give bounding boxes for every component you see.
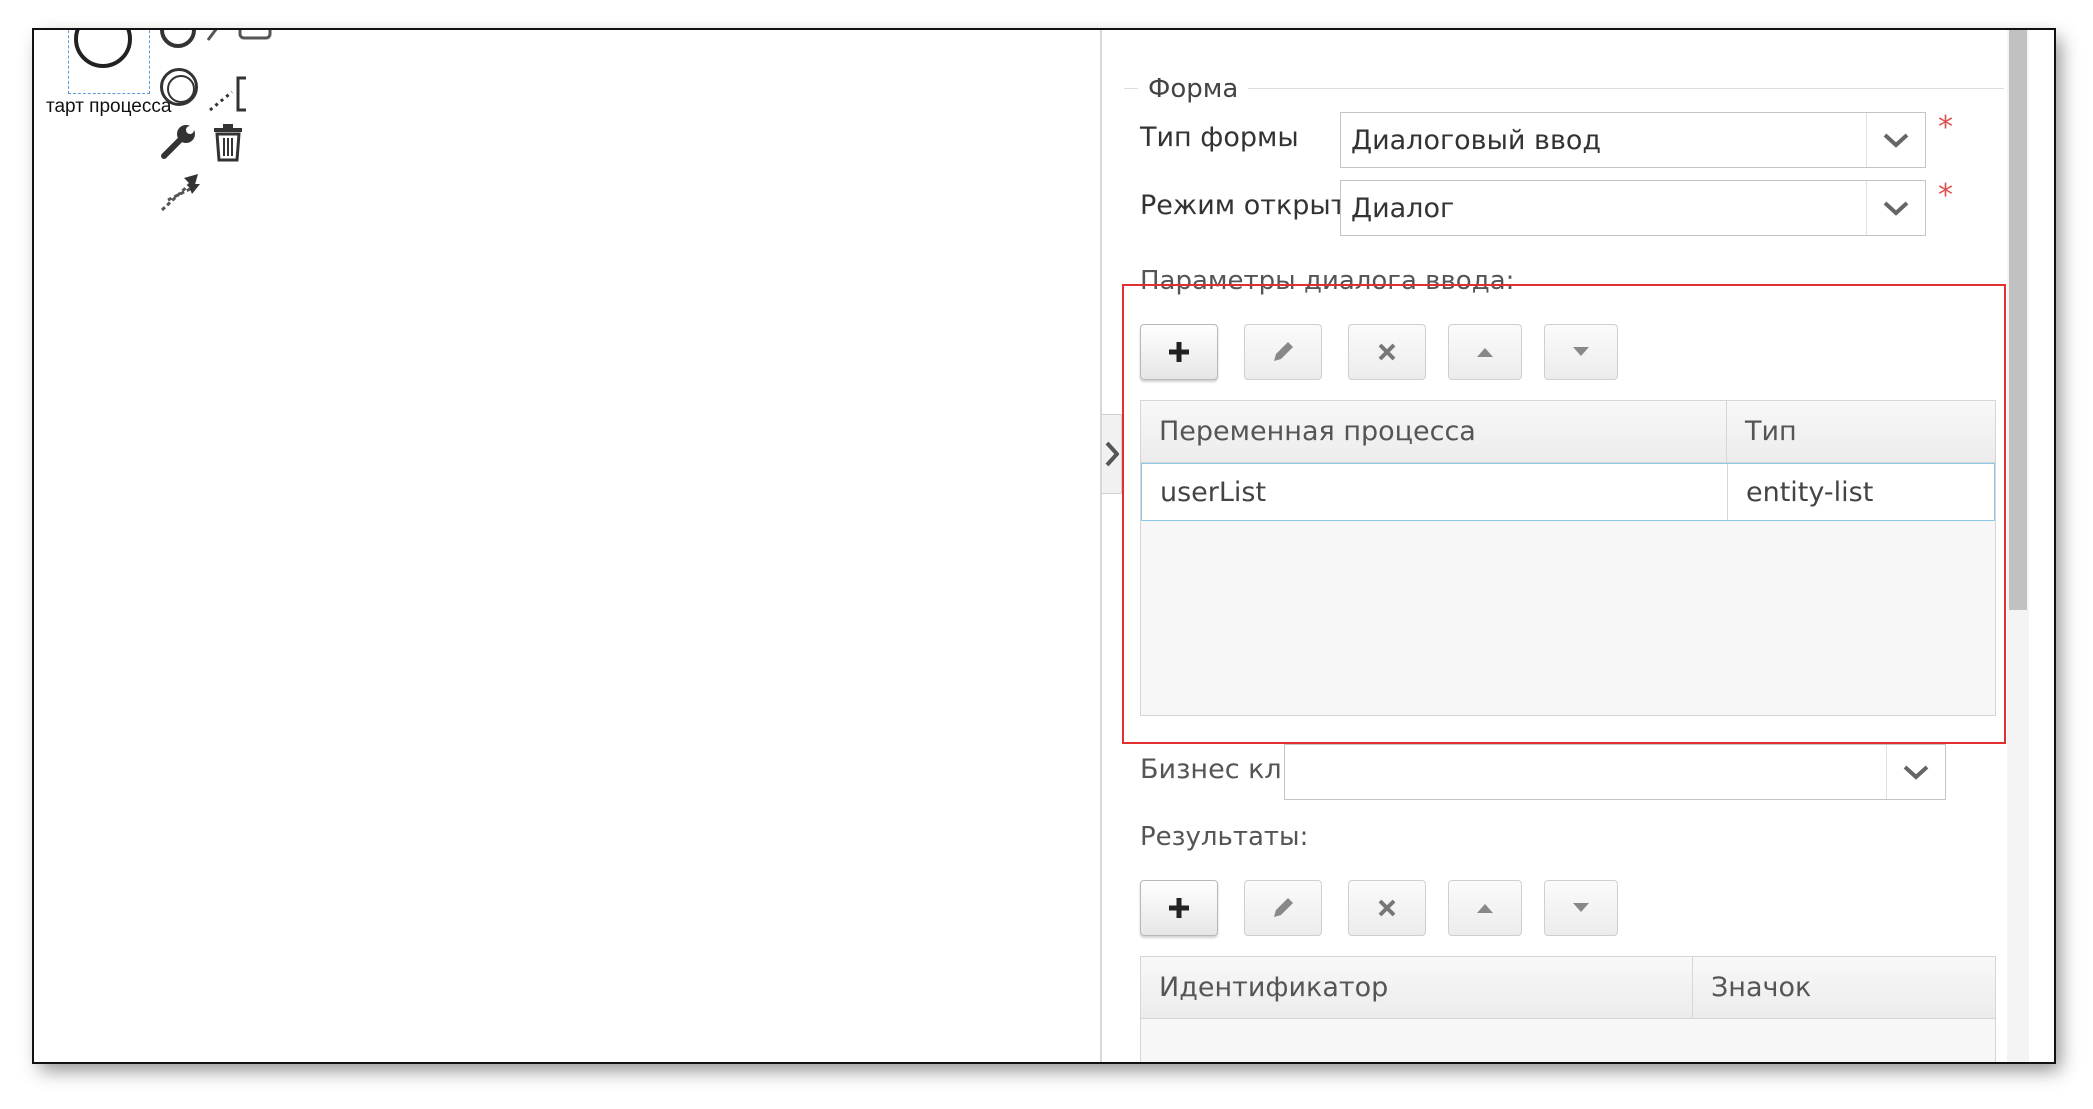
column-header-icon[interactable]: Значок — [1693, 957, 1995, 1018]
start-event-label: тарт процесса — [46, 96, 172, 117]
intermediate-event-icon[interactable] — [160, 68, 198, 106]
result-move-up-button[interactable] — [1448, 880, 1522, 936]
delete-result-button[interactable] — [1348, 880, 1426, 936]
open-mode-select[interactable]: Диалог — [1340, 180, 1926, 236]
result-move-down-button[interactable] — [1544, 880, 1618, 936]
end-event-icon[interactable] — [160, 30, 196, 48]
annotation-icon[interactable] — [206, 30, 276, 48]
form-legend: Форма — [1138, 74, 1249, 104]
wrench-icon[interactable] — [158, 122, 198, 162]
form-type-select[interactable]: Диалоговый ввод — [1340, 112, 1926, 168]
connect-arrow-icon[interactable] — [158, 170, 202, 214]
trash-icon[interactable] — [212, 122, 244, 162]
results-table: Идентификатор Значок — [1140, 956, 1996, 1062]
close-icon — [1378, 899, 1396, 917]
caret-up-icon — [1477, 904, 1493, 913]
scrollbar-thumb[interactable] — [2009, 30, 2027, 610]
form-type-label: Тип формы — [1140, 122, 1299, 153]
text-annotation-icon[interactable] — [206, 74, 276, 114]
pencil-icon — [1274, 898, 1293, 917]
chevron-down-icon[interactable] — [1866, 181, 1925, 235]
plus-icon — [1169, 898, 1189, 918]
required-mark: * — [1938, 178, 1953, 213]
required-mark: * — [1938, 110, 1953, 145]
edit-result-button[interactable] — [1244, 880, 1322, 936]
panel-scrollbar[interactable] — [2007, 30, 2029, 1062]
column-header-identifier[interactable]: Идентификатор — [1141, 957, 1693, 1018]
chevron-down-icon[interactable] — [1866, 113, 1925, 167]
results-caption: Результаты: — [1140, 822, 1309, 852]
screenshot-frame: тарт процесса Форма Тип формы Диалоговый… — [34, 30, 2054, 1062]
panel-divider[interactable] — [1100, 30, 1102, 1062]
form-fieldset-border — [1124, 88, 2004, 89]
business-key-select[interactable] — [1284, 744, 1946, 800]
process-canvas[interactable]: тарт процесса — [34, 30, 1100, 1062]
caret-down-icon — [1573, 903, 1589, 912]
highlight-box — [1122, 284, 2006, 744]
table-header: Идентификатор Значок — [1141, 957, 1995, 1019]
form-type-value: Диалоговый ввод — [1351, 124, 1602, 156]
chevron-down-icon[interactable] — [1886, 745, 1945, 799]
add-result-button[interactable] — [1140, 880, 1218, 936]
open-mode-value: Диалог — [1351, 192, 1455, 224]
